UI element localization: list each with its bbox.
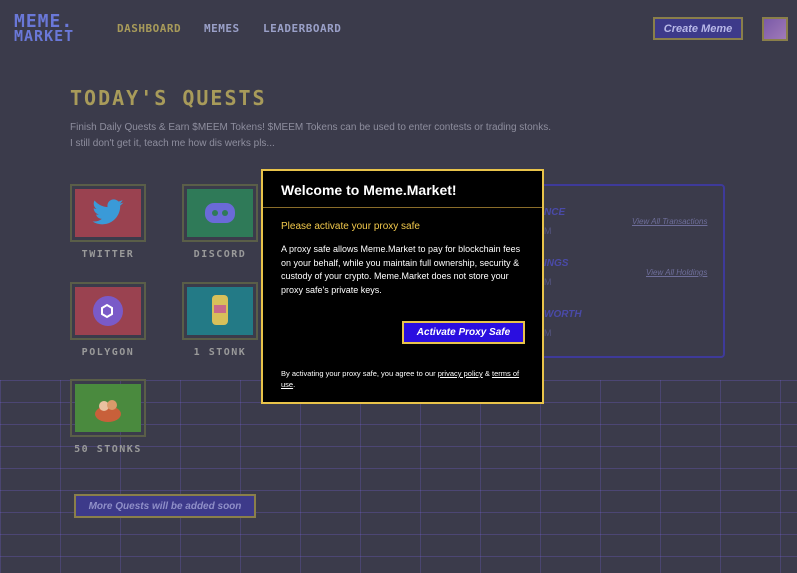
footer-prefix: By activating your proxy safe, you agree…	[281, 369, 436, 378]
quest-label: POLYGON	[81, 347, 135, 358]
nav-dashboard[interactable]: DASHBOARD	[117, 22, 181, 35]
welcome-modal: Welcome to Meme.Market! Please activate …	[261, 169, 544, 404]
view-all-holdings-link[interactable]: View All Holdings	[646, 268, 707, 277]
stonks-bowl-icon	[75, 384, 141, 432]
holdings-label: INGS	[544, 258, 569, 269]
quest-label: TWITTER	[81, 249, 135, 260]
modal-subtitle: Please activate your proxy safe	[281, 221, 420, 232]
quest-tile[interactable]	[70, 282, 146, 340]
quest-twitter[interactable]: TWITTER	[70, 184, 146, 260]
footer-and: &	[484, 369, 490, 378]
modal-footer: By activating your proxy safe, you agree…	[281, 368, 531, 390]
view-all-transactions-link[interactable]: View All Transactions	[632, 217, 707, 226]
net-worth-label: WORTH	[544, 309, 582, 320]
logo[interactable]: MEME. MARKET	[14, 13, 94, 45]
nav-memes[interactable]: MEMES	[204, 22, 240, 35]
quest-tile[interactable]	[70, 379, 146, 437]
nav-leaderboard[interactable]: LEADERBOARD	[263, 22, 341, 35]
privacy-policy-link[interactable]: privacy policy	[438, 369, 483, 378]
quest-label: 50 STONKS	[74, 444, 142, 455]
description-line1: Finish Daily Quests & Earn $MEEM Tokens!…	[70, 122, 551, 133]
modal-title: Welcome to Meme.Market!	[281, 182, 457, 198]
quest-1-stonk[interactable]: 1 STONK	[182, 282, 258, 358]
quest-tile[interactable]	[70, 184, 146, 242]
twitter-bird-icon	[75, 189, 141, 237]
create-meme-button[interactable]: Create Meme	[653, 17, 743, 40]
modal-body: A proxy safe allows Meme.Market to pay f…	[281, 244, 521, 295]
top-header: MEME. MARKET DASHBOARD MEMES LEADERBOARD…	[0, 0, 797, 60]
quest-tile[interactable]	[182, 282, 258, 340]
page-description: Finish Daily Quests & Earn $MEEM Tokens!…	[70, 120, 570, 152]
more-quests-button[interactable]: More Quests will be added soon	[74, 494, 256, 518]
polygon-icon	[75, 287, 141, 335]
quest-polygon[interactable]: POLYGON	[70, 282, 146, 358]
activate-proxy-safe-button[interactable]: Activate Proxy Safe	[402, 321, 525, 344]
quest-tile[interactable]	[182, 184, 258, 242]
footer-suffix: .	[293, 380, 296, 389]
balance-value: M	[544, 226, 552, 236]
quest-label: 1 STONK	[193, 347, 247, 358]
quest-50-stonks[interactable]: 50 STONKS	[70, 379, 146, 455]
summary-panel: NCE M View All Transactions INGS M View …	[520, 184, 725, 358]
net-worth-value: M	[544, 328, 552, 338]
description-line2[interactable]: I still don't get it, teach me how dis w…	[70, 136, 570, 152]
modal-divider	[263, 207, 542, 208]
balance-label: NCE	[544, 207, 566, 218]
page-title: TODAY'S QUESTS	[70, 86, 267, 110]
quest-label: DISCORD	[193, 249, 247, 260]
logo-line2: MARKET	[14, 27, 75, 45]
holdings-value: M	[544, 277, 552, 287]
avatar[interactable]	[762, 17, 788, 41]
quest-discord[interactable]: DISCORD	[182, 184, 258, 260]
stonk-icon	[187, 287, 253, 335]
discord-icon	[187, 189, 253, 237]
